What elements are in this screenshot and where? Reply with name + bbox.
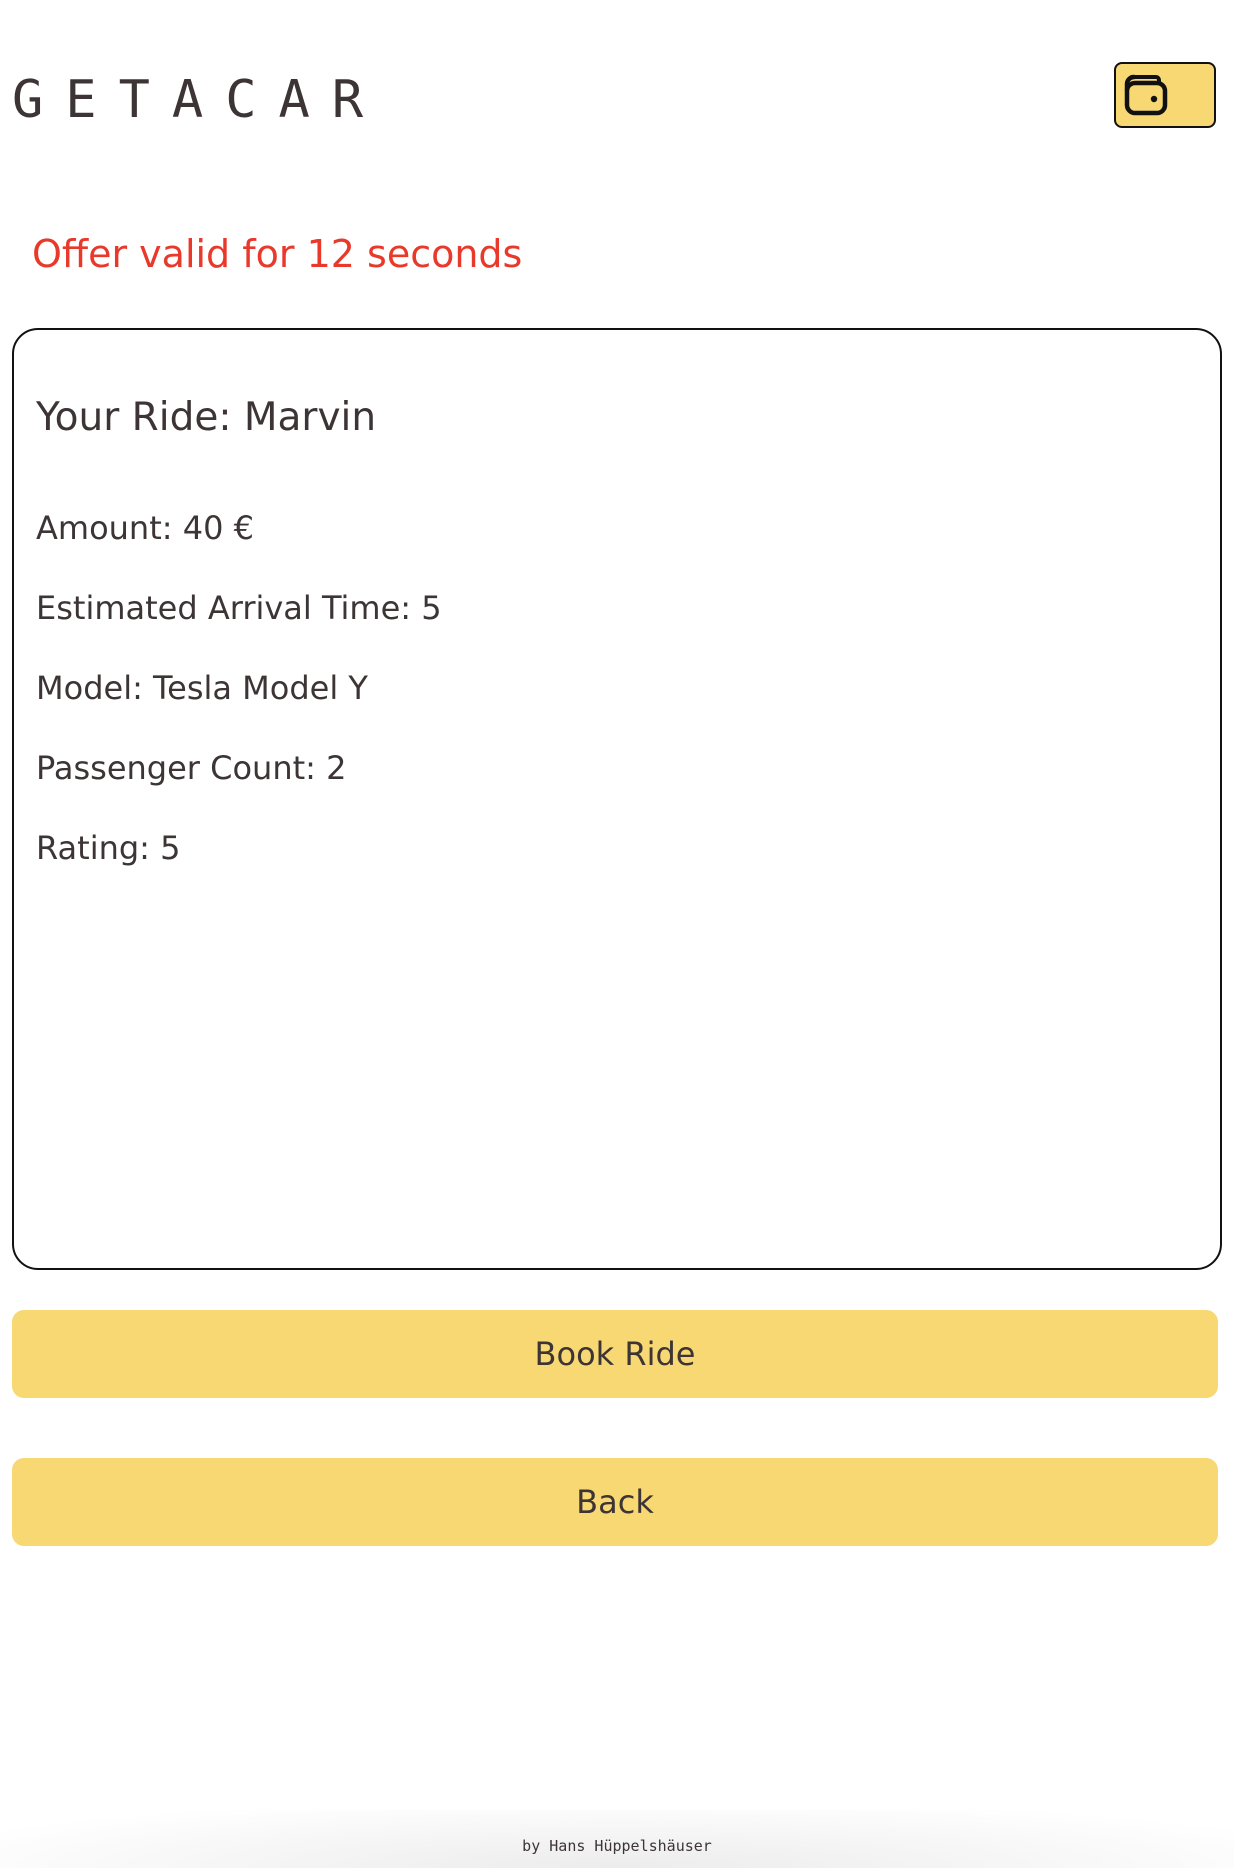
ride-rating: Rating: 5	[36, 829, 181, 867]
wallet-icon	[1124, 74, 1168, 116]
app-logo: GETACAR	[12, 70, 386, 130]
offer-timer: Offer valid for 12 seconds	[32, 232, 523, 276]
ride-details-card: Your Ride: Marvin Amount: 40 € Estimated…	[12, 328, 1222, 1270]
ride-model: Model: Tesla Model Y	[36, 669, 368, 707]
ride-title: Your Ride: Marvin	[36, 395, 377, 440]
book-ride-button[interactable]: Book Ride	[12, 1310, 1218, 1398]
wallet-button[interactable]	[1114, 62, 1216, 128]
ride-eta: Estimated Arrival Time: 5	[36, 589, 442, 627]
ride-passenger-count: Passenger Count: 2	[36, 749, 347, 787]
back-button[interactable]: Back	[12, 1458, 1218, 1546]
ride-amount: Amount: 40 €	[36, 509, 254, 547]
footer-credit: by Hans Hüppelshäuser	[522, 1837, 712, 1855]
